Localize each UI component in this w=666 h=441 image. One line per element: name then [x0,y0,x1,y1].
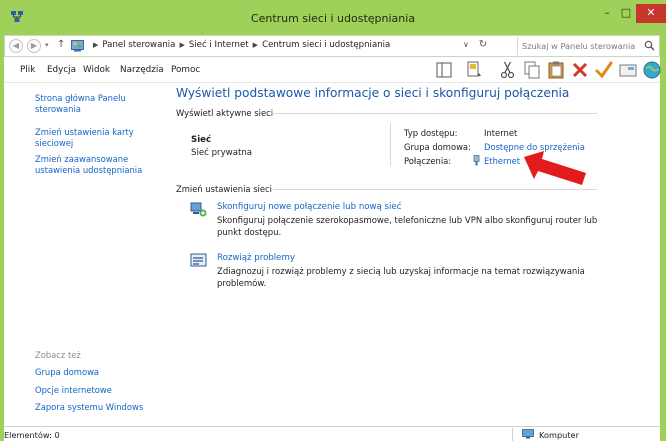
sidebar-link-advanced-sharing[interactable]: Zmień zaawansowane ustawienia udostępnia… [35,154,160,176]
search-input[interactable] [522,39,637,53]
app-window: Centrum sieci i udostępniania – □ ✕ ◀ ▶ … [0,0,666,441]
sidebar-link-homegroup[interactable]: Grupa domowa [35,367,160,378]
minimize-button[interactable]: – [598,4,616,23]
folder-icon[interactable] [618,60,638,80]
item-count: Elementów: 0 [4,430,60,440]
change-settings-heading: Zmień ustawienia sieci [176,184,272,194]
sidebar-link-control-panel-home[interactable]: Strona główna Panelu sterowania [35,93,160,115]
troubleshoot-icon [190,253,207,267]
up-arrow-icon[interactable]: ↑ [57,39,65,50]
ethernet-icon [473,155,480,166]
breadcrumb-separator-icon: ▶ [93,41,99,49]
properties-icon[interactable] [464,60,484,80]
apply-icon[interactable] [594,60,614,80]
forward-arrow-icon[interactable]: ▶ [27,39,41,53]
setup-new-connection-description: Skonfiguruj połączenie szerokopasmowe, t… [217,216,598,238]
back-arrow-icon[interactable]: ◀ [9,39,23,53]
section-divider [271,113,597,114]
menu-view[interactable]: Widok [83,65,110,75]
client-area: Plik Edycja Widok Narzędzia Pomoc Strona… [4,57,662,426]
breadcrumb-separator-icon: ▶ [179,41,185,49]
sidebar-link-adapter-settings[interactable]: Zmień ustawienia karty sieciowej [35,127,160,149]
menu-file[interactable]: Plik [20,65,35,75]
active-networks-heading: Wyświetl aktywne sieci [176,108,274,118]
menu-tools[interactable]: Narzędzia [120,65,164,75]
new-connection-icon [190,202,207,217]
red-arrow-annotation [524,151,586,185]
sidebar-link-internet-options[interactable]: Opcje internetowe [35,385,160,396]
setup-new-connection-link[interactable]: Skonfiguruj nowe połączenie lub nową sie… [217,202,401,212]
refresh-icon[interactable]: ↻ [475,39,491,50]
window-title: Centrum sieci i udostępniania [250,12,416,25]
main-content: Wyświetl podstawowe informacje o sieci i… [164,83,660,426]
page-title: Wyświetl podstawowe informacje o sieci i… [176,86,570,100]
sidebar-link-windows-firewall[interactable]: Zapora systemu Windows [35,402,160,413]
access-type-label: Typ dostępu: [404,128,458,138]
close-button[interactable]: ✕ [636,4,666,23]
access-type-value: Internet [484,128,518,138]
control-panel-icon [71,40,84,52]
search-icon[interactable] [644,40,655,51]
connections-label: Połączenia: [404,156,452,166]
network-type: Sieć prywatna [191,148,253,158]
breadcrumb-network-center[interactable]: Centrum sieci i udostępniania [262,40,390,50]
delete-icon[interactable] [570,60,590,80]
network-name: Sieć [191,135,212,145]
menu-edit[interactable]: Edycja [47,65,76,75]
address-dropdown-icon[interactable]: ∨ [463,40,469,49]
address-bar: ◀ ▶ ▾ ↑ ▶ Panel sterowania ▶ Sieć i Interne… [4,35,660,57]
breadcrumb: ▶ Panel sterowania ▶ Sieć i Internet ▶ Centru… [89,40,390,50]
location-label: Komputer [539,430,579,440]
view-pane-icon[interactable] [434,60,454,80]
maximize-button[interactable]: □ [616,4,636,23]
troubleshoot-description: Zdiagnozuj i rozwiąż problemy z siecią l… [217,267,585,289]
troubleshoot-link[interactable]: Rozwiąż problemy [217,253,295,263]
paste-icon[interactable] [546,60,566,80]
homegroup-label: Grupa domowa: [404,142,471,152]
column-divider [390,123,391,166]
cut-icon[interactable] [498,60,518,80]
breadcrumb-control-panel[interactable]: Panel sterowania [102,40,175,50]
see-also-heading: Zobacz też [35,350,81,360]
menu-bar: Plik Edycja Widok Narzędzia Pomoc [4,57,662,83]
left-navigation-panel: Strona główna Panelu sterowania Zmień us… [4,83,164,426]
globe-icon[interactable] [642,60,662,80]
section-divider [273,189,597,190]
status-divider [512,428,513,441]
computer-icon [522,429,534,439]
menu-help[interactable]: Pomoc [171,65,200,75]
ethernet-connection-link[interactable]: Ethernet [484,156,520,166]
breadcrumb-separator-icon: ▶ [252,41,259,49]
search-box [517,37,658,55]
recent-locations-icon[interactable]: ▾ [45,41,49,49]
copy-icon[interactable] [522,60,542,80]
breadcrumb-network-internet[interactable]: Sieć i Internet [189,40,249,50]
title-bar[interactable]: Centrum sieci i udostępniania – □ ✕ [0,0,666,35]
status-bar: Elementów: 0 Komputer [4,426,660,441]
